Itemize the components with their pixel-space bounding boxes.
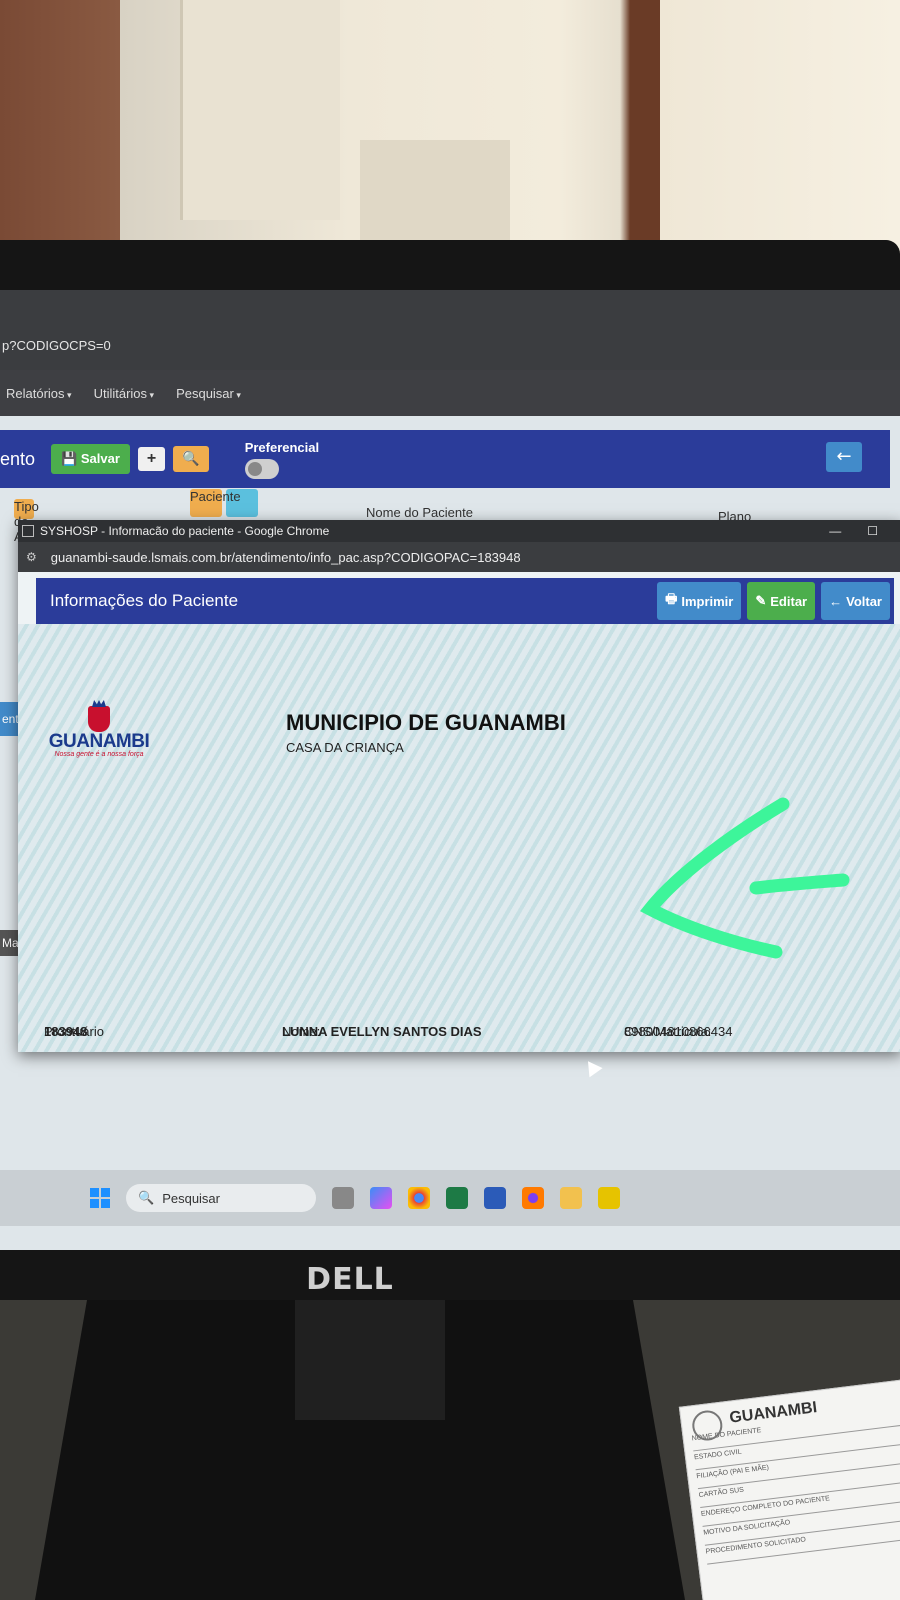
patient-info-body: GUANAMBI Nossa gente é a nossa força MUN… bbox=[18, 624, 900, 1052]
search-icon: 🔍 bbox=[138, 1190, 155, 1205]
address-bar[interactable]: ⚙ guanambi-saude.lsmais.com.br/atendimen… bbox=[18, 542, 900, 572]
back-arrow-button[interactable]: ← bbox=[826, 442, 862, 472]
page-url: guanambi-saude.lsmais.com.br/atendimento… bbox=[50, 549, 521, 565]
window-title: SYSHOSP - Informacão do paciente - Googl… bbox=[40, 524, 330, 538]
arrow-left-icon: ← bbox=[836, 446, 852, 467]
wall-panel bbox=[360, 140, 510, 250]
file-explorer-icon[interactable] bbox=[560, 1187, 582, 1209]
taskbar: 🔍 Pesquisar bbox=[0, 1170, 900, 1226]
paper-form: GUANAMBI NOME DO PACIENTE ESTADO CIVIL F… bbox=[678, 1378, 900, 1600]
menu-pesquisar[interactable]: Pesquisar bbox=[176, 386, 241, 401]
edit-button[interactable]: ✎ Editar bbox=[747, 582, 816, 620]
save-button[interactable]: 💾 Salvar bbox=[51, 444, 130, 474]
background-url: p?CODIGOCPS=0 bbox=[2, 338, 111, 353]
task-view-icon[interactable] bbox=[332, 1187, 354, 1209]
page-title: Informações do Paciente bbox=[50, 591, 239, 610]
monitor-brand: DELL bbox=[306, 1262, 394, 1297]
window-titlebar: SYSHOSP - Informacão do paciente - Googl… bbox=[18, 520, 900, 542]
save-label: Salvar bbox=[80, 451, 120, 466]
print-button[interactable]: 🖶 Imprimir bbox=[657, 582, 742, 620]
taskbar-search[interactable]: 🔍 Pesquisar bbox=[126, 1184, 316, 1212]
patient-info-window: SYSHOSP - Informacão do paciente - Googl… bbox=[18, 520, 900, 1052]
window-controls: — ☐ bbox=[829, 524, 900, 538]
municipality-name: MUNICIPIO DE GUANAMBI bbox=[286, 710, 566, 735]
patient-summary: Prontuário 183948 Nome: LUNNA EVELLYN SA… bbox=[44, 1024, 733, 1039]
logo-brand: GUANAMBI bbox=[48, 731, 150, 752]
tipo-atend-label: Tipo de Atend. bbox=[14, 499, 52, 544]
print-label: Imprimir bbox=[681, 593, 734, 609]
menu-relatorios[interactable]: Relatórios bbox=[6, 386, 72, 401]
firefox-icon[interactable] bbox=[522, 1187, 544, 1209]
add-button[interactable]: + bbox=[137, 447, 166, 471]
preferencial-label: Preferencial bbox=[244, 439, 320, 455]
background-url-bar[interactable]: p?CODIGOCPS=0 bbox=[0, 290, 900, 370]
menu-utilitarios[interactable]: Utilitários bbox=[94, 386, 155, 401]
edit-icon: ✎ bbox=[755, 593, 767, 608]
maximize-icon[interactable]: ☐ bbox=[867, 524, 878, 538]
photo-scene: GUANAMBI NOME DO PACIENTE ESTADO CIVIL F… bbox=[0, 0, 900, 1600]
back-label: Voltar bbox=[846, 593, 882, 609]
cns-value: 898004810866434 bbox=[624, 1024, 733, 1039]
municipality-logo: GUANAMBI Nossa gente é a nossa força bbox=[44, 706, 154, 762]
background-menubar: Relatórios Utilitários Pesquisar bbox=[0, 370, 900, 416]
minimize-icon[interactable]: — bbox=[829, 524, 841, 538]
chrome-icon[interactable] bbox=[408, 1187, 430, 1209]
monitor-stand-neck bbox=[295, 1300, 445, 1420]
background-page-title: ento bbox=[0, 448, 36, 469]
printer-icon: 🖶 bbox=[665, 591, 678, 606]
room-door bbox=[180, 0, 340, 220]
arrow-left-icon: ← bbox=[829, 593, 843, 609]
back-button[interactable]: ← Voltar bbox=[821, 582, 890, 620]
word-icon[interactable] bbox=[484, 1187, 506, 1209]
monitor-screen: p?CODIGOCPS=0 Relatórios Utilitários Pes… bbox=[0, 290, 900, 1250]
patient-name: Nome: LUNNA EVELLYN SANTOS DIAS bbox=[282, 1024, 482, 1039]
logo-motto: Nossa gente é a nossa força bbox=[54, 751, 144, 758]
hand-drawn-arrow-annotation bbox=[640, 797, 850, 959]
search-button[interactable]: 🔍 bbox=[173, 446, 209, 472]
preferencial-toggle-group: Preferencial bbox=[244, 439, 320, 479]
excel-icon[interactable] bbox=[446, 1187, 468, 1209]
info-header: Informações do Paciente 🖶 Imprimir ✎ Edita… bbox=[36, 578, 894, 624]
windows-start-icon[interactable] bbox=[90, 1188, 110, 1208]
copilot-icon[interactable] bbox=[370, 1187, 392, 1209]
sticky-notes-icon[interactable] bbox=[598, 1187, 620, 1209]
site-settings-icon[interactable]: ⚙ bbox=[26, 550, 37, 564]
nome-paciente-label: Nome do Paciente bbox=[366, 505, 473, 520]
room-wall bbox=[0, 0, 900, 260]
unit-name: CASA DA CRIANÇA bbox=[286, 740, 404, 755]
preferencial-toggle[interactable] bbox=[244, 458, 279, 479]
background-app-header: ento 💾 Salvar + 🔍 Preferencial ← bbox=[0, 430, 890, 488]
crest-icon bbox=[88, 706, 110, 732]
header-actions: 🖶 Imprimir ✎ Editar ← Voltar bbox=[657, 582, 894, 620]
search-icon: 🔍 bbox=[182, 451, 200, 467]
app-window-icon bbox=[22, 525, 34, 537]
paciente-label: Paciente bbox=[190, 489, 258, 517]
edit-label: Editar bbox=[770, 593, 808, 609]
prontuario: Prontuário 183948 bbox=[44, 1024, 104, 1039]
taskbar-search-placeholder: Pesquisar bbox=[162, 1190, 220, 1206]
